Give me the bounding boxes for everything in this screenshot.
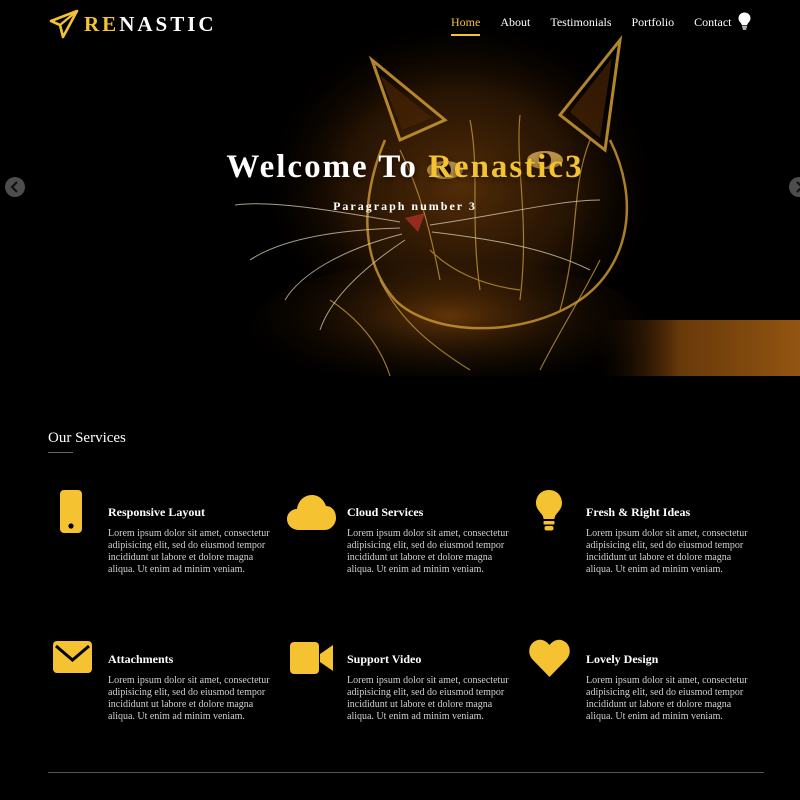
heart-icon xyxy=(529,639,570,677)
service-title: Attachments xyxy=(108,652,174,666)
service-description: Lorem ipsum dolor sit amet, consectetur … xyxy=(108,675,270,722)
carousel-next-button[interactable] xyxy=(789,177,800,197)
hero-subtitle: Paragraph number 3 xyxy=(333,199,477,213)
nav-item-contact[interactable]: Contact xyxy=(694,14,731,30)
hero-cat-image xyxy=(0,0,800,376)
logo-link[interactable]: RENASTIC xyxy=(48,8,217,40)
video-camera-icon xyxy=(290,642,333,674)
service-card-cloud-services: Cloud Services Lorem ipsum dolor sit ame… xyxy=(287,490,517,610)
logo-text-accent: RE xyxy=(84,12,120,36)
logo-text-rest: NASTIC xyxy=(119,12,217,36)
mobile-phone-icon xyxy=(60,490,82,533)
hero-title-prefix: Welcome To xyxy=(226,149,429,185)
chevron-right-icon xyxy=(796,181,800,193)
service-description: Lorem ipsum dolor sit amet, consectetur … xyxy=(347,528,509,575)
service-title: Lovely Design xyxy=(586,652,659,666)
service-title: Responsive Layout xyxy=(108,505,206,519)
nav-item-about[interactable]: About xyxy=(500,14,530,30)
hero-carousel: Welcome To Renastic3 Paragraph number 3 xyxy=(0,0,800,376)
hero-title: Welcome To Renastic3 xyxy=(0,147,800,187)
section-divider xyxy=(48,772,764,773)
service-description: Lorem ipsum dolor sit amet, consectetur … xyxy=(108,528,270,575)
service-title: Fresh & Right Ideas xyxy=(586,505,691,519)
service-card-lovely-design: Lovely Design Lorem ipsum dolor sit amet… xyxy=(526,637,756,757)
service-description: Lorem ipsum dolor sit amet, consectetur … xyxy=(347,675,509,722)
nav-item-home[interactable]: Home xyxy=(451,14,481,36)
service-title: Cloud Services xyxy=(347,505,424,519)
main-nav: Home About Testimonials Portfolio Contac… xyxy=(451,14,751,36)
paper-plane-icon xyxy=(49,9,79,39)
carousel-prev-button[interactable] xyxy=(5,177,25,197)
service-description: Lorem ipsum dolor sit amet, consectetur … xyxy=(586,675,748,722)
chevron-left-icon xyxy=(10,181,18,193)
lightbulb-icon[interactable] xyxy=(738,12,751,30)
service-description: Lorem ipsum dolor sit amet, consectetur … xyxy=(586,528,748,575)
service-card-attachments: Attachments Lorem ipsum dolor sit amet, … xyxy=(48,637,278,757)
nav-item-portfolio[interactable]: Portfolio xyxy=(631,14,674,30)
service-title: Support Video xyxy=(347,652,422,666)
service-card-responsive-layout: Responsive Layout Lorem ipsum dolor sit … xyxy=(48,490,278,610)
page: Welcome To Renastic3 Paragraph number 3 … xyxy=(0,0,800,800)
envelope-icon xyxy=(53,641,92,673)
services-heading: Our Services xyxy=(48,430,126,446)
nav-item-testimonials[interactable]: Testimonials xyxy=(550,14,611,30)
site-header: RENASTIC Home About Testimonials Portfol… xyxy=(0,0,800,46)
service-card-fresh-ideas: Fresh & Right Ideas Lorem ipsum dolor si… xyxy=(526,490,756,610)
services-heading-underline xyxy=(48,452,73,453)
logo-text: RENASTIC xyxy=(84,9,217,39)
hero-title-highlight: Renastic3 xyxy=(428,149,584,185)
service-card-support-video: Support Video Lorem ipsum dolor sit amet… xyxy=(287,637,517,757)
cloud-icon xyxy=(287,495,336,530)
lightbulb-icon xyxy=(536,490,562,531)
